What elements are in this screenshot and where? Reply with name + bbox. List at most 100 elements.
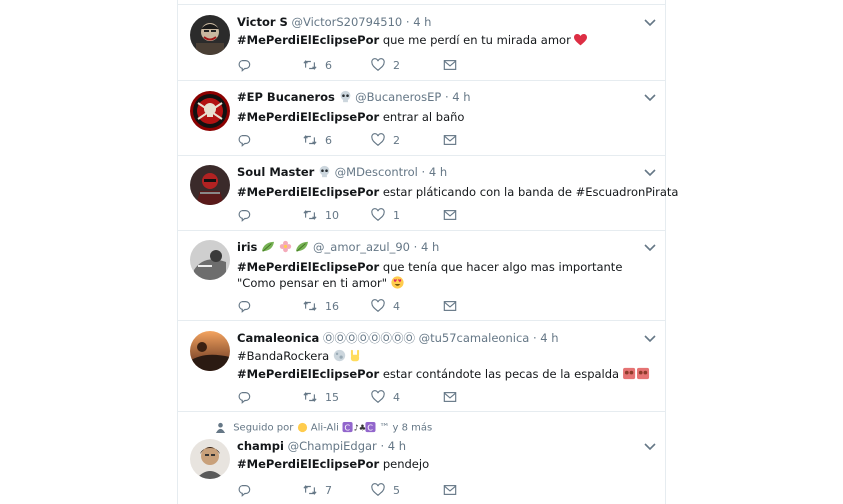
caret-down-icon[interactable] [643, 334, 657, 344]
tweet[interactable]: Camaleonica ⓄⓄⓄⓄⓄⓄⓄⓄ @tu57camaleonica · … [178, 321, 665, 412]
like-button[interactable]: 4 [371, 390, 443, 404]
message-button[interactable] [443, 390, 457, 404]
display-name[interactable]: champi [237, 439, 284, 453]
hashtag-link[interactable]: #MePerdiElEclipsePor [237, 33, 379, 47]
hashtag-link[interactable]: #MePerdiElEclipsePor [237, 185, 379, 199]
like-count: 2 [393, 58, 400, 72]
tweet[interactable]: Seguido por Ali-Ali C ♪♣ C ™ y 8 más champ… [178, 412, 665, 504]
reply-button[interactable] [237, 208, 303, 222]
timestamp[interactable]: 4 h [540, 331, 558, 345]
avatar[interactable] [190, 331, 230, 371]
like-count: 2 [393, 133, 400, 147]
like-button[interactable]: 1 [371, 208, 443, 222]
message-button[interactable] [443, 58, 457, 72]
timestamp[interactable]: 4 h [452, 90, 470, 104]
hashtag-link[interactable]: #BandaRockera [237, 349, 329, 363]
display-name[interactable]: iris [237, 240, 257, 254]
timestamp[interactable]: 4 h [429, 165, 447, 179]
heart-eyes-emoji-icon [391, 276, 404, 293]
reply-icon [238, 485, 251, 497]
avatar[interactable] [190, 439, 230, 479]
timestamp[interactable]: 4 h [413, 15, 431, 29]
timestamp[interactable]: 4 h [388, 439, 406, 453]
tweet-header: #EP Bucaneros @BucanerosEP · 4 h [237, 90, 653, 106]
retweet-button[interactable]: 7 [303, 483, 371, 497]
handle[interactable]: @BucanerosEP [355, 90, 441, 104]
tweet-actions: 16 4 [237, 298, 457, 314]
display-name[interactable]: #EP Bucaneros [237, 90, 335, 104]
retweet-button[interactable]: 6 [303, 133, 371, 147]
tweet-text: #MePerdiElEclipsePor pendejo [237, 456, 653, 472]
separator: · [380, 439, 385, 453]
handle[interactable]: @ChampiEdgar [288, 439, 377, 453]
message-button[interactable] [443, 483, 457, 497]
tweet-text: #MePerdiElEclipsePor entrar al baño [237, 109, 653, 125]
separator: · [421, 165, 426, 179]
tweet-header: iris @_amor_azul_90 · 4 h [237, 240, 653, 256]
handle[interactable]: @VictorS20794510 [291, 15, 402, 29]
tweet-header: Soul Master @MDescontrol · 4 h [237, 165, 653, 181]
message-button[interactable] [443, 208, 457, 222]
hashtag-link[interactable]: #MePerdiElEclipsePor [237, 367, 379, 381]
tweet-body: estar contándote las pecas de la espalda [379, 367, 620, 381]
timestamp[interactable]: 4 h [421, 240, 439, 254]
tweet[interactable]: Soul Master @MDescontrol · 4 h #MePerdiE… [178, 156, 678, 231]
reply-button[interactable] [237, 483, 303, 497]
reply-icon [238, 135, 251, 147]
hashtag-link[interactable]: #MePerdiElEclipsePor [237, 110, 379, 124]
reply-button[interactable] [237, 58, 303, 72]
reply-button[interactable] [237, 133, 303, 147]
message-button[interactable] [443, 299, 457, 313]
like-count: 4 [393, 299, 400, 313]
like-count: 1 [393, 208, 400, 222]
caret-down-icon[interactable] [643, 93, 657, 103]
reply-icon [238, 301, 251, 313]
tweet-header: champi @ChampiEdgar · 4 h [237, 439, 653, 453]
tweet[interactable]: #EP Bucaneros @BucanerosEP · 4 h #MePerd… [178, 81, 665, 156]
retweet-icon [303, 210, 317, 220]
retweet-count: 7 [325, 483, 332, 497]
handle[interactable]: @MDescontrol [335, 165, 418, 179]
caret-down-icon[interactable] [643, 243, 657, 253]
display-name[interactable]: Victor S [237, 15, 288, 29]
retweet-button[interactable]: 10 [303, 208, 371, 222]
display-name[interactable]: Soul Master [237, 165, 314, 179]
tweet[interactable]: iris @_amor_azul_90 · 4 h #MePerdiElEcli… [178, 231, 665, 321]
handle[interactable]: @tu57camaleonica [419, 331, 530, 345]
reply-button[interactable] [237, 299, 303, 313]
avatar[interactable] [190, 91, 230, 131]
tweet-text-line: #BandaRockera [237, 348, 653, 366]
caret-down-icon[interactable] [643, 168, 657, 178]
tweet-body: estar pláticando con la banda de #Escuad… [379, 185, 679, 199]
like-button[interactable]: 2 [371, 133, 443, 147]
social-names-link[interactable]: Ali-Ali [311, 423, 339, 434]
retweet-count: 6 [325, 133, 332, 147]
retweet-icon [303, 485, 317, 495]
reply-button[interactable] [237, 390, 303, 404]
caret-down-icon[interactable] [643, 18, 657, 28]
avatar[interactable] [190, 15, 230, 55]
svg-text:C: C [367, 422, 373, 432]
handle[interactable]: @_amor_azul_90 [313, 240, 410, 254]
like-button[interactable]: 4 [371, 299, 443, 313]
retweet-icon [303, 60, 317, 70]
caret-down-icon[interactable] [643, 442, 657, 452]
like-button[interactable]: 5 [371, 483, 443, 497]
like-button[interactable]: 2 [371, 58, 443, 72]
retweet-button[interactable]: 6 [303, 58, 371, 72]
tweet-body: "Como pensar en ti amor" [237, 276, 388, 290]
retweet-button[interactable]: 16 [303, 299, 371, 313]
avatar[interactable] [190, 240, 230, 280]
hashtag-link[interactable]: #MePerdiElEclipsePor [237, 260, 379, 274]
hashtag-link[interactable]: #MePerdiElEclipsePor [237, 457, 379, 471]
svg-text:C: C [344, 422, 350, 432]
display-name[interactable]: Camaleonica [237, 331, 319, 345]
tweet[interactable]: Victor S @VictorS20794510 · 4 h #MePerdi… [178, 5, 665, 81]
heart-icon [371, 390, 385, 403]
tweet-actions: 15 4 [237, 389, 457, 405]
message-button[interactable] [443, 133, 457, 147]
retweet-button[interactable]: 15 [303, 390, 371, 404]
tweet-text: #MePerdiElEclipsePor estar contándote la… [237, 366, 653, 384]
separator: · [413, 240, 418, 254]
avatar[interactable] [190, 165, 230, 205]
